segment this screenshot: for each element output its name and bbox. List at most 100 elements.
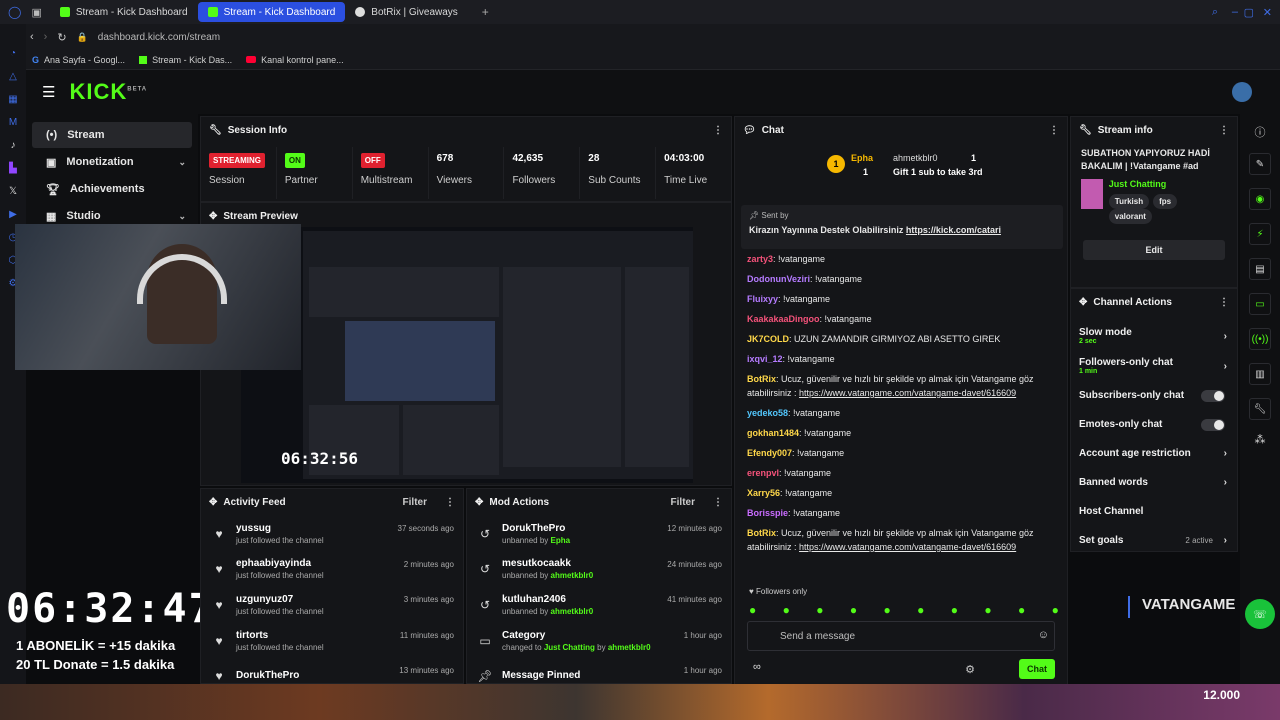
- emote-icon[interactable]: ●: [1018, 603, 1025, 617]
- stat-multistream: OFF Multistream: [353, 147, 429, 199]
- emote-icon[interactable]: ●: [951, 603, 958, 617]
- nav-item-stream[interactable]: (•) Stream: [32, 122, 192, 148]
- speed-dial-icon[interactable]: ◔: [10, 48, 16, 59]
- infinity-icon[interactable]: ∞: [753, 661, 761, 673]
- emote-icon[interactable]: ●: [749, 603, 756, 617]
- broadcast-icon[interactable]: ((•)): [1249, 328, 1271, 350]
- bookmark-google[interactable]: G Ana Sayfa - Googl...: [32, 55, 125, 65]
- mod-view-icon[interactable]: ▥: [1249, 363, 1271, 385]
- chat-rail-icon[interactable]: ▭: [1249, 293, 1271, 315]
- session-info-panel: 🔧︎ Session Info ⋮ STREAMING Session ON Partn…: [200, 116, 732, 202]
- nav-item-monetization[interactable]: ▣ Monetization ⌄: [32, 149, 192, 175]
- drag-handle-icon[interactable]: ✥: [1079, 297, 1087, 308]
- channel-action-row[interactable]: Emotes-only chat: [1071, 410, 1237, 439]
- category-name[interactable]: Just Chatting: [1109, 179, 1227, 189]
- drag-handle-icon[interactable]: ✥: [475, 497, 483, 508]
- activity-feed-list: ♥ yussug just followed the channel 37 se…: [200, 516, 464, 694]
- search-icon[interactable]: ⌕: [1212, 6, 1218, 19]
- kick-logo[interactable]: KICKBETA: [69, 79, 147, 105]
- channel-action-row[interactable]: Banned words ›: [1071, 468, 1237, 497]
- tiktok-icon[interactable]: ♪: [11, 140, 16, 151]
- category-thumbnail: [1081, 179, 1103, 209]
- send-chat-button[interactable]: Chat: [1019, 659, 1055, 679]
- more-options-icon[interactable]: ⋮: [1049, 125, 1059, 136]
- toggle-switch[interactable]: [1201, 418, 1225, 431]
- messenger-icon[interactable]: M: [9, 117, 17, 128]
- chevron-right-icon: ›: [1223, 330, 1227, 342]
- channel-action-row[interactable]: Account age restriction ›: [1071, 439, 1237, 468]
- session-info-header: 🔧︎ Session Info ⋮: [209, 124, 723, 136]
- url-field[interactable]: dashboard.kick.com/stream: [98, 32, 220, 43]
- aria-icon[interactable]: △: [9, 71, 17, 82]
- bookmark-youtube[interactable]: Kanal kontrol pane...: [246, 55, 344, 65]
- list-item: ♥ yussug just followed the channel 37 se…: [200, 516, 464, 552]
- browser-tab-1[interactable]: Stream - Kick Dashboard: [50, 2, 198, 22]
- browser-tab-3[interactable]: BotRix | Giveaways: [345, 2, 468, 22]
- more-options-icon[interactable]: ⋮: [1219, 297, 1229, 308]
- emoji-icon[interactable]: ☺: [1038, 629, 1049, 641]
- twitch-icon[interactable]: ▙: [9, 163, 17, 174]
- workspace-icon[interactable]: ▣: [31, 6, 41, 19]
- more-options-icon[interactable]: ⋮: [713, 125, 723, 136]
- player-icon[interactable]: ▶: [9, 209, 17, 220]
- stream-preview-video[interactable]: 06:32:56: [241, 227, 693, 483]
- minimize-icon[interactable]: –: [1232, 6, 1238, 18]
- avatar[interactable]: [1232, 82, 1252, 102]
- toggle-switch[interactable]: [1201, 389, 1225, 402]
- emote-icon[interactable]: ●: [984, 603, 991, 617]
- wrench-rail-icon[interactable]: 🔧︎: [1249, 398, 1271, 420]
- flash-icon[interactable]: ⚡︎: [1249, 223, 1271, 245]
- channel-action-row[interactable]: Followers-only chat 1 min ›: [1071, 351, 1237, 381]
- stat-sub-counts: 28 Sub Counts: [580, 147, 657, 199]
- channel-action-row[interactable]: Subscribers-only chat: [1071, 381, 1237, 410]
- mod-filter-button[interactable]: Filter: [671, 497, 695, 508]
- chat-link[interactable]: https://www.vatangame.com/vatangame-dave…: [799, 388, 1016, 398]
- nav-item-achievements[interactable]: 🏆︎ Achievements: [32, 176, 192, 202]
- more-rail-icon[interactable]: ⁂: [1255, 433, 1266, 446]
- chat-link[interactable]: https://www.vatangame.com/vatangame-dave…: [799, 542, 1016, 552]
- bookmark-kick[interactable]: Stream - Kick Das...: [139, 55, 232, 65]
- drag-handle-icon[interactable]: ✥: [209, 497, 217, 508]
- menu-icon[interactable]: ☰: [42, 83, 55, 101]
- clipboard-icon[interactable]: ▤: [1249, 258, 1271, 280]
- channel-action-row[interactable]: Host Channel: [1071, 497, 1237, 526]
- settings-icon[interactable]: ⚙: [965, 663, 975, 676]
- stream-info-panel: 🔧︎ Stream info ⋮ SUBATHON YAPIYORUZ HADİ B…: [1070, 116, 1238, 288]
- pinned-message[interactable]: 📌︎ Sent by Kirazın Yayınına Destek Olabi…: [741, 205, 1063, 249]
- gift-prompt[interactable]: Gift 1 sub to take 3rd: [893, 167, 983, 177]
- browser-tab-2[interactable]: Stream - Kick Dashboard: [197, 2, 346, 22]
- emote-icon[interactable]: ●: [884, 603, 891, 617]
- emote-icon[interactable]: ●: [783, 603, 790, 617]
- top-gifter-count: 1: [863, 167, 869, 177]
- chat-message: Borisspie: !vatangame: [747, 508, 841, 518]
- undo-icon: ↺: [479, 526, 491, 541]
- emote-icon[interactable]: ●: [816, 603, 823, 617]
- activity-filter-button[interactable]: Filter: [403, 497, 427, 508]
- emote-icon[interactable]: ●: [850, 603, 857, 617]
- more-options-icon[interactable]: ⋮: [445, 497, 455, 508]
- edit-icon[interactable]: ✎: [1249, 153, 1271, 175]
- emote-icon[interactable]: ●: [1052, 603, 1059, 617]
- chat-input[interactable]: Send a message: [747, 621, 1055, 651]
- more-options-icon[interactable]: ⋮: [1219, 125, 1229, 136]
- emote-icon[interactable]: ●: [917, 603, 924, 617]
- channel-action-row[interactable]: Set goals 2 active ›: [1071, 526, 1237, 555]
- forward-icon[interactable]: ›: [44, 31, 48, 43]
- image-icon[interactable]: ▦: [8, 94, 17, 105]
- maximize-icon[interactable]: ▢: [1244, 6, 1254, 19]
- chevron-right-icon: ›: [1223, 477, 1227, 488]
- camera-icon[interactable]: ◉: [1249, 188, 1271, 210]
- more-options-icon[interactable]: ⋮: [713, 497, 723, 508]
- info-icon[interactable]: ⓘ: [1255, 124, 1266, 140]
- address-bar: ‹ › ↻ 🔒 dashboard.kick.com/stream: [0, 24, 1280, 50]
- channel-action-row[interactable]: Slow mode 2 sec ›: [1071, 321, 1237, 351]
- x-twitter-icon[interactable]: 𝕏: [9, 186, 17, 197]
- close-icon[interactable]: ✕: [1263, 6, 1272, 19]
- new-tab-icon[interactable]: +: [482, 5, 489, 19]
- edit-stream-button[interactable]: Edit: [1083, 240, 1225, 260]
- reload-icon[interactable]: ↻: [57, 31, 66, 44]
- opera-logo-icon[interactable]: ◯: [8, 5, 21, 19]
- support-icon[interactable]: ☏: [1245, 599, 1275, 629]
- back-icon[interactable]: ‹: [30, 31, 34, 43]
- drag-handle-icon[interactable]: ✥: [209, 211, 217, 222]
